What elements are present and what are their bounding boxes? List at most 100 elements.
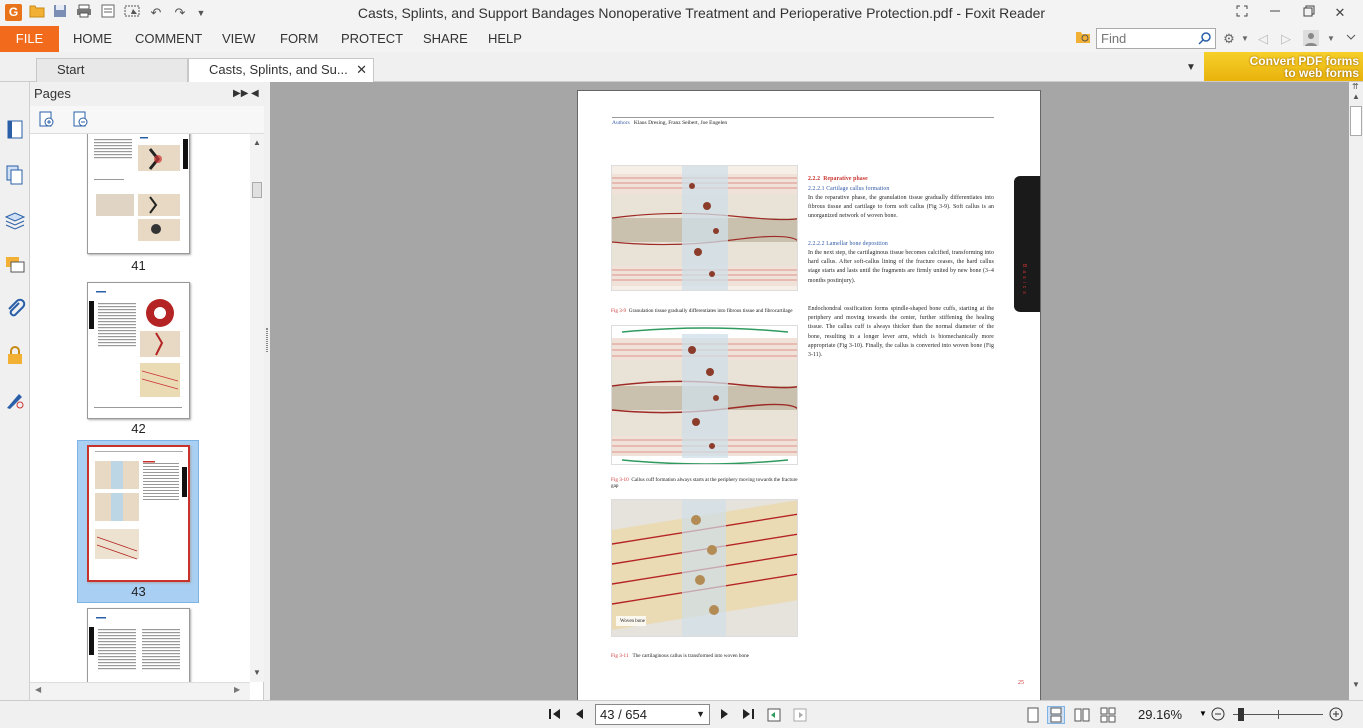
page-dropdown-icon[interactable]: ▼ [696, 705, 705, 724]
print-icon[interactable] [75, 4, 93, 22]
snapshot-icon[interactable] [123, 4, 141, 22]
thumbnail-list[interactable]: 41 42 43 [30, 134, 250, 682]
pages-panel: Pages ▶▶ ◀ 41 42 43 ▲ ▼ ◀ ▶ [30, 82, 264, 700]
file-menu-button[interactable]: FILE [0, 26, 59, 52]
search-icon[interactable] [1198, 31, 1212, 45]
security-lock-icon[interactable] [4, 344, 26, 366]
properties-icon[interactable] [99, 4, 117, 22]
navigation-panel-strip [0, 82, 30, 700]
next-page-button[interactable] [716, 707, 732, 723]
comments-icon[interactable] [4, 254, 26, 276]
redo-icon[interactable]: ↷ [171, 4, 189, 22]
page-thumbnail-41[interactable] [87, 134, 190, 254]
minimize-button[interactable] [1260, 2, 1290, 24]
settings-dropdown-icon[interactable]: ▼ [1236, 30, 1254, 48]
open-folder-icon[interactable] [28, 4, 46, 22]
subsection-2-heading: 2.2.2.2 Lamellar bone deposition [808, 241, 888, 247]
pages-panel-title: Pages [34, 86, 71, 101]
previous-page-button[interactable] [572, 707, 588, 723]
close-window-button[interactable]: ✕ [1325, 2, 1355, 24]
app-logo[interactable]: G [5, 4, 22, 21]
last-page-button[interactable] [740, 707, 756, 723]
layers-icon[interactable] [4, 209, 26, 231]
collapse-ribbon-icon[interactable] [1342, 30, 1360, 48]
pages-icon[interactable] [4, 164, 26, 186]
document-vertical-scrollbar[interactable]: ⇈ ▲ ▼ [1349, 82, 1363, 700]
save-icon[interactable] [51, 4, 69, 22]
page-thumbnail-44[interactable] [87, 608, 190, 682]
thumbnail-scroll-thumb[interactable] [252, 182, 262, 198]
customize-toolbar-icon[interactable]: ▼ [192, 4, 210, 22]
single-page-view-icon[interactable] [1025, 707, 1041, 723]
document-viewport[interactable]: Authors Klaus Dresing, Franz Seibert, Jo… [270, 82, 1349, 700]
figure-3-10-image [611, 325, 798, 465]
status-bar: 43 / 654 ▼ 29.16% ▼ [0, 700, 1363, 728]
woven-bone-label: Woven bone [620, 619, 646, 624]
scroll-right-arrow-icon[interactable]: ▶ [234, 685, 240, 694]
attachments-icon[interactable] [4, 298, 26, 320]
menu-home[interactable]: HOME [73, 26, 112, 52]
paragraph-3: Endochondral ossification forms spindle-… [808, 306, 994, 359]
search-folder-icon[interactable] [1074, 30, 1092, 48]
page-thumbnail-42[interactable] [87, 282, 190, 419]
menu-form[interactable]: FORM [280, 26, 318, 52]
tab-list-dropdown-icon[interactable]: ▼ [1186, 62, 1196, 73]
figure-3-11-caption: Fig 3-11 The cartilaginous callus is tra… [611, 653, 749, 659]
find-field[interactable] [1096, 28, 1216, 49]
continuous-view-icon[interactable] [1047, 706, 1065, 724]
close-tab-icon[interactable]: ✕ [356, 59, 367, 81]
previous-view-button[interactable] [766, 707, 782, 723]
find-input[interactable] [1101, 31, 1197, 46]
scroll-left-arrow-icon[interactable]: ◀ [35, 685, 41, 694]
tab-start[interactable]: Start [36, 58, 188, 82]
signatures-icon[interactable] [4, 389, 26, 411]
enlarge-thumbnail-icon[interactable] [38, 111, 56, 134]
continuous-facing-view-icon[interactable] [1100, 707, 1116, 723]
restore-button[interactable] [1294, 2, 1324, 24]
first-page-button[interactable] [547, 707, 563, 723]
thumbnail-horizontal-scrollbar[interactable]: ◀ ▶ [30, 682, 250, 700]
zoom-slider-thumb[interactable] [1238, 708, 1244, 721]
zoom-in-button[interactable] [1329, 707, 1343, 726]
subsection-2-text: In the next step, the cartilaginous tiss… [808, 250, 994, 284]
next-view-icon[interactable]: ▷ [1277, 30, 1295, 48]
doc-scroll-down-icon[interactable]: ▼ [1352, 680, 1360, 689]
menu-view[interactable]: VIEW [222, 26, 255, 52]
doc-scroll-up-icon[interactable]: ▲ [1352, 92, 1360, 101]
panel-options-icon[interactable]: ▶▶ [233, 82, 248, 106]
scroll-down-arrow-icon[interactable]: ▼ [253, 668, 261, 677]
subsection-1-text: In the reparative phase, the granulation… [808, 195, 994, 220]
menu-share[interactable]: SHARE [423, 26, 468, 52]
menu-help[interactable]: HELP [488, 26, 522, 52]
fullscreen-icon[interactable] [1227, 2, 1257, 24]
bookmarks-icon[interactable] [4, 118, 26, 140]
zoom-level[interactable]: 29.16% [1138, 707, 1182, 722]
pages-panel-header: Pages ▶▶ ◀ [30, 82, 264, 106]
page-number-field[interactable]: 43 / 654 ▼ [595, 704, 710, 725]
tab-current-document[interactable]: Casts, Splints, and Su... ✕ [188, 58, 374, 82]
figure-3-11-image: Woven bone [611, 499, 798, 637]
undo-icon[interactable]: ↶ [147, 4, 165, 22]
next-view-button[interactable] [792, 707, 808, 723]
page-thumbnail-43[interactable] [87, 445, 190, 582]
scroll-up-arrow-icon[interactable]: ▲ [253, 138, 261, 147]
previous-view-icon[interactable]: ◁ [1254, 30, 1272, 48]
convert-pdf-forms-banner[interactable]: Convert PDF forms to web forms [1204, 52, 1363, 81]
zoom-out-button[interactable] [1211, 707, 1225, 726]
page-header-authors: Authors Klaus Dresing, Franz Seibert, Jo… [612, 120, 728, 126]
menu-protect[interactable]: PROTECT [341, 26, 403, 52]
user-dropdown-icon[interactable]: ▼ [1322, 30, 1340, 48]
zoom-dropdown-icon[interactable]: ▼ [1199, 709, 1207, 718]
thumbnail-vertical-scrollbar[interactable]: ▲ ▼ [250, 134, 264, 682]
thumbnail-label-43: 43 [131, 584, 146, 599]
user-avatar-icon[interactable] [1302, 30, 1320, 48]
collapse-panel-icon[interactable]: ◀ [251, 82, 259, 106]
reduce-thumbnail-icon[interactable] [72, 111, 90, 134]
menu-comment[interactable]: COMMENT [135, 26, 202, 52]
doc-scroll-thumb[interactable] [1350, 106, 1362, 136]
figure-3-9-image [611, 165, 798, 291]
doc-scroll-top-icon[interactable]: ⇈ [1352, 82, 1359, 91]
facing-view-icon[interactable] [1074, 707, 1090, 723]
ribbon-menu: FILE HOME COMMENT VIEW FORM PROTECT SHAR… [0, 26, 1363, 52]
zoom-slider-tick [1278, 710, 1279, 719]
